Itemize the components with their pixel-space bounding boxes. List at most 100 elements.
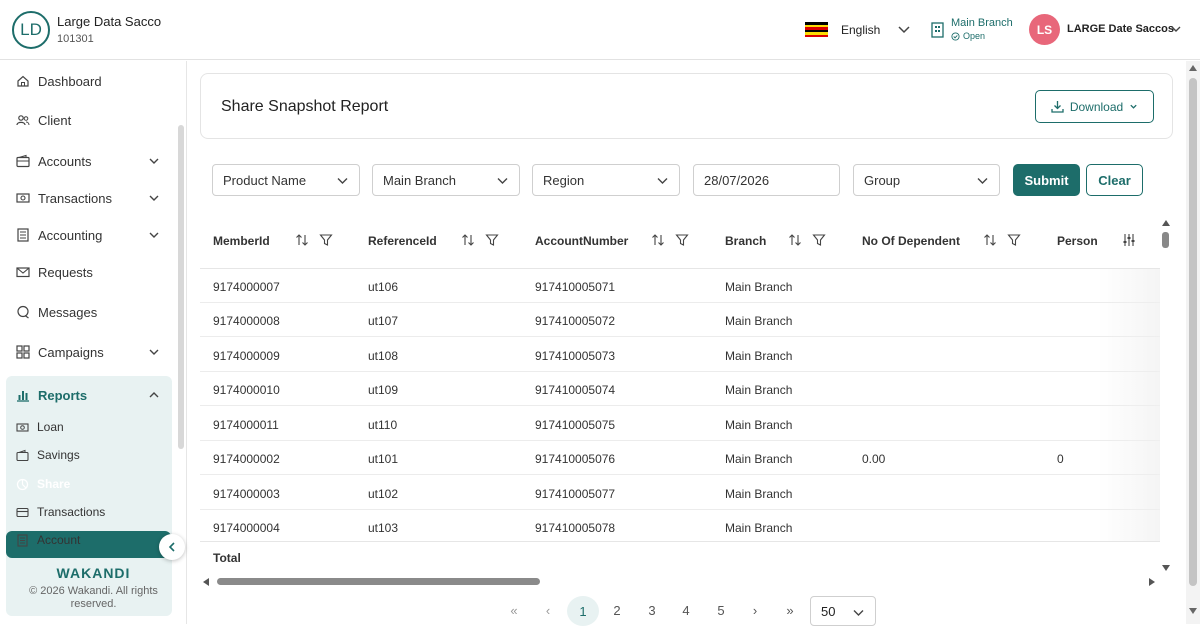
- sidebar-item-transactions[interactable]: Transactions: [16, 188, 166, 208]
- table-row[interactable]: 9174000008 ut107 917410005072 Main Branc…: [200, 303, 1160, 337]
- table-row[interactable]: 9174000007 ut106 917410005071 Main Branc…: [200, 269, 1160, 303]
- table-row[interactable]: 9174000011 ut110 917410005075 Main Branc…: [200, 407, 1160, 441]
- filter-icon[interactable]: [319, 233, 333, 247]
- date-field[interactable]: 28/07/2026: [693, 164, 840, 196]
- sidebar-item-label: Dashboard: [38, 73, 102, 89]
- table-row[interactable]: 9174000003 ut102 917410005077 Main Branc…: [200, 476, 1160, 510]
- cell-branch: Main Branch: [725, 418, 793, 432]
- language-selector[interactable]: English: [841, 23, 880, 37]
- report-item-loan[interactable]: Loan: [16, 417, 166, 437]
- sort-icon[interactable]: [295, 233, 309, 247]
- table-scroll-down-icon[interactable]: [1161, 564, 1171, 572]
- collapse-sidebar-button[interactable]: [159, 534, 185, 560]
- cell-person: 0: [1057, 452, 1064, 466]
- table-scroll-right-icon[interactable]: [1148, 577, 1156, 587]
- total-label: Total: [213, 551, 241, 565]
- per-page-select[interactable]: 50: [810, 596, 876, 626]
- table-row[interactable]: 9174000010 ut109 917410005074 Main Branc…: [200, 372, 1160, 406]
- scroll-down-icon[interactable]: [1188, 607, 1198, 615]
- column-header-accountnumber[interactable]: AccountNumber: [535, 234, 628, 248]
- org-logo[interactable]: LD: [12, 11, 50, 49]
- cell-referenceid: ut101: [368, 452, 399, 466]
- sidebar: Dashboard Client Accounts Transactions A…: [0, 61, 187, 624]
- chevron-down-icon[interactable]: [1170, 23, 1182, 35]
- chevron-down-icon[interactable]: [148, 346, 160, 358]
- column-header-no-of-dependent[interactable]: No Of Dependent: [862, 234, 960, 248]
- table-row[interactable]: 9174000004 ut103 917410005078 Main Branc…: [200, 510, 1160, 544]
- scroll-up-icon[interactable]: [1188, 64, 1198, 72]
- prev-page-button[interactable]: ‹: [532, 598, 564, 622]
- report-item-label: Loan: [37, 420, 64, 434]
- sidebar-item-accounting[interactable]: Accounting: [16, 225, 166, 245]
- cash-icon: [16, 422, 29, 432]
- table-vertical-scrollbar-thumb[interactable]: [1162, 232, 1169, 248]
- report-item-share[interactable]: Share: [16, 474, 166, 494]
- filter-icon[interactable]: [485, 233, 499, 247]
- region-select[interactable]: Region: [532, 164, 680, 196]
- report-item-transactions[interactable]: Transactions: [16, 502, 166, 522]
- page-5-button[interactable]: 5: [705, 598, 737, 622]
- sort-icon[interactable]: [983, 233, 997, 247]
- table-scroll-up-icon[interactable]: [1161, 219, 1171, 227]
- chevron-up-icon[interactable]: [148, 389, 160, 401]
- user-avatar[interactable]: LS: [1029, 14, 1060, 45]
- page-1-button[interactable]: 1: [567, 596, 599, 626]
- cell-referenceid: ut108: [368, 349, 399, 363]
- first-page-button[interactable]: «: [498, 598, 530, 622]
- sort-icon[interactable]: [788, 233, 802, 247]
- sidebar-item-label: Reports: [38, 387, 88, 403]
- chevron-down-icon[interactable]: [148, 192, 160, 204]
- sort-icon[interactable]: [461, 233, 475, 247]
- sidebar-item-requests[interactable]: Requests: [16, 262, 166, 282]
- cell-accountnumber: 917410005078: [535, 521, 616, 535]
- chevron-down-icon[interactable]: [897, 22, 911, 36]
- page-scrollbar-thumb[interactable]: [1189, 78, 1197, 586]
- page-3-button[interactable]: 3: [636, 598, 668, 622]
- user-name[interactable]: LARGE Date Saccos: [1067, 23, 1174, 35]
- download-button[interactable]: Download: [1035, 90, 1154, 123]
- sidebar-item-reports[interactable]: Reports: [16, 385, 166, 405]
- branch-select-value: Main Branch: [383, 172, 456, 188]
- column-header-memberid[interactable]: MemberId: [213, 234, 270, 248]
- report-item-savings[interactable]: Savings: [16, 445, 166, 465]
- column-settings-icon[interactable]: [1122, 233, 1136, 247]
- top-bar: LD Large Data Sacco 101301 English Main …: [0, 0, 1200, 60]
- sidebar-item-campaigns[interactable]: Campaigns: [16, 342, 166, 362]
- sidebar-item-messages[interactable]: Messages: [16, 302, 166, 322]
- chevron-down-icon[interactable]: [148, 155, 160, 167]
- product-select[interactable]: Product Name: [212, 164, 360, 196]
- group-select-value: Group: [864, 172, 901, 188]
- page-4-button[interactable]: 4: [670, 598, 702, 622]
- sidebar-scrollbar[interactable]: [178, 125, 184, 449]
- filter-icon[interactable]: [812, 233, 826, 247]
- page-title: Share Snapshot Report: [221, 98, 389, 115]
- filter-icon[interactable]: [675, 233, 689, 247]
- last-page-button[interactable]: »: [774, 598, 806, 622]
- sidebar-item-label: Requests: [38, 264, 93, 280]
- table-row[interactable]: 9174000002 ut101 917410005076 Main Branc…: [200, 441, 1160, 475]
- branch-select[interactable]: Main Branch: [372, 164, 520, 196]
- sidebar-item-accounts[interactable]: Accounts: [16, 151, 166, 171]
- page-2-button[interactable]: 2: [601, 598, 633, 622]
- column-header-referenceid[interactable]: ReferenceId: [368, 234, 437, 248]
- branch-name[interactable]: Main Branch: [951, 17, 1013, 29]
- scroll-fade: [1098, 269, 1160, 541]
- cell-branch: Main Branch: [725, 314, 793, 328]
- table-horizontal-scrollbar-thumb[interactable]: [217, 578, 540, 585]
- clear-button[interactable]: Clear: [1086, 164, 1143, 196]
- chevron-down-icon[interactable]: [148, 229, 160, 241]
- table-row[interactable]: 9174000009 ut108 917410005073 Main Branc…: [200, 338, 1160, 372]
- report-item-account[interactable]: Account: [16, 530, 166, 550]
- filter-icon[interactable]: [1007, 233, 1021, 247]
- column-header-person[interactable]: Person: [1057, 234, 1098, 248]
- column-header-branch[interactable]: Branch: [725, 234, 766, 248]
- sort-icon[interactable]: [651, 233, 665, 247]
- uganda-flag-icon[interactable]: [805, 22, 828, 37]
- sidebar-item-client[interactable]: Client: [16, 110, 166, 130]
- next-page-button[interactable]: ›: [739, 598, 771, 622]
- table-scroll-left-icon[interactable]: [202, 577, 210, 587]
- group-select[interactable]: Group: [853, 164, 1000, 196]
- submit-button[interactable]: Submit: [1013, 164, 1080, 196]
- cell-memberid: 9174000008: [213, 314, 280, 328]
- sidebar-item-dashboard[interactable]: Dashboard: [16, 71, 166, 91]
